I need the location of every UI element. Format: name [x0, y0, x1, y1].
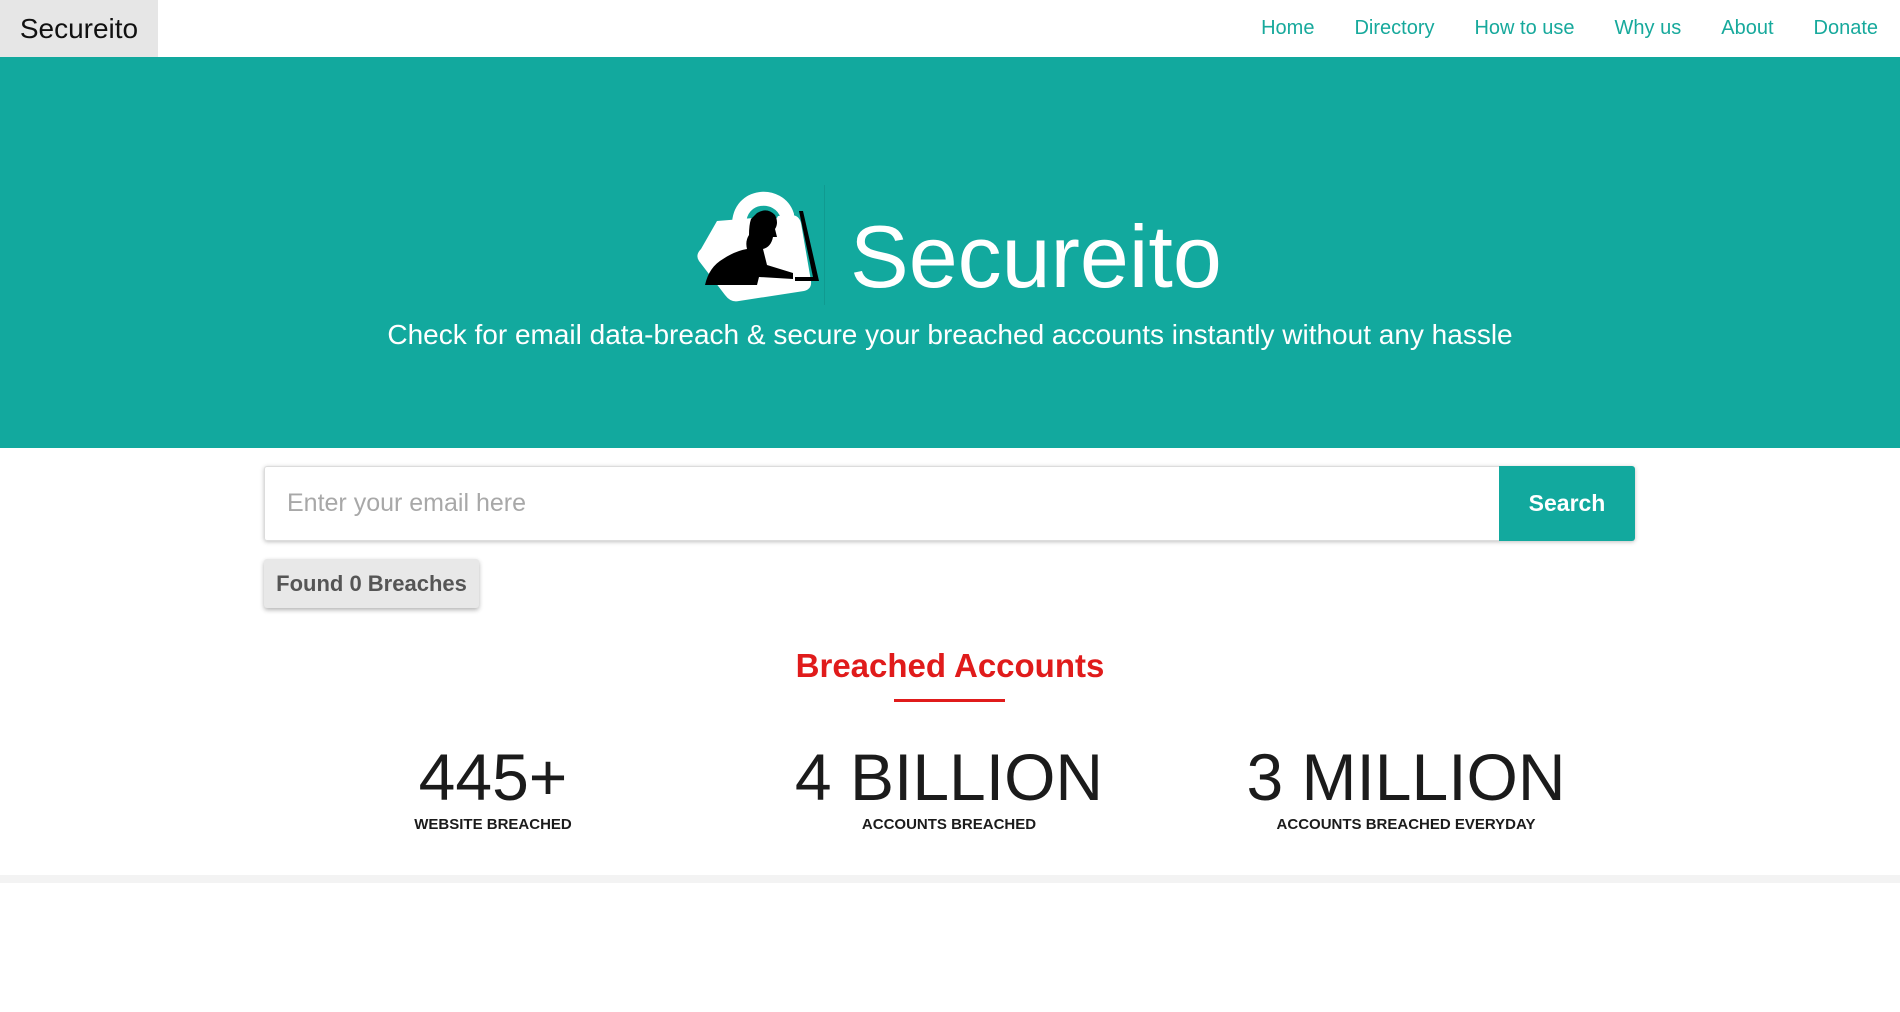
nav-links: Home Directory How to use Why us About D…	[1241, 0, 1900, 57]
heading-underline	[894, 699, 1005, 702]
nav-link-directory[interactable]: Directory	[1334, 17, 1454, 40]
stat-accounts-breached-everyday: 3 MILLION ACCOUNTS BREACHED EVERYDAY	[1196, 742, 1616, 835]
nav-link-home[interactable]: Home	[1241, 17, 1334, 40]
hero-tagline: Check for email data-breach & secure you…	[387, 319, 1513, 350]
email-input[interactable]	[264, 466, 1499, 541]
email-search-form: Search	[264, 466, 1635, 541]
stat-label: ACCOUNTS BREACHED EVERYDAY	[1276, 816, 1536, 833]
search-button[interactable]: Search	[1499, 466, 1635, 541]
section-divider	[0, 875, 1900, 883]
breached-accounts-heading: Breached Accounts	[795, 647, 1105, 684]
nav-link-donate[interactable]: Donate	[1794, 17, 1900, 40]
hero-title: Secureito	[850, 207, 1222, 306]
stat-value: 4 BILLION	[794, 740, 1104, 814]
hacker-lock-icon	[697, 185, 825, 305]
nav-link-why-us[interactable]: Why us	[1595, 17, 1702, 40]
navbar: Secureito Home Directory How to use Why …	[0, 0, 1900, 57]
brand-logo-link[interactable]: Secureito	[0, 0, 158, 57]
stat-accounts-breached: 4 BILLION ACCOUNTS BREACHED	[739, 742, 1159, 835]
stat-websites-breached: 445+ WEBSITE BREACHED	[283, 742, 703, 835]
stat-value: 3 MILLION	[1246, 740, 1566, 814]
hero-banner: Secureito Check for email data-breach & …	[0, 57, 1900, 448]
breach-count-badge: Found 0 Breaches	[264, 559, 479, 608]
stat-value: 445+	[418, 740, 568, 814]
nav-link-how-to-use[interactable]: How to use	[1454, 17, 1594, 40]
stat-label: ACCOUNTS BREACHED	[861, 816, 1037, 833]
stat-label: WEBSITE BREACHED	[414, 816, 572, 833]
nav-link-about[interactable]: About	[1701, 17, 1793, 40]
